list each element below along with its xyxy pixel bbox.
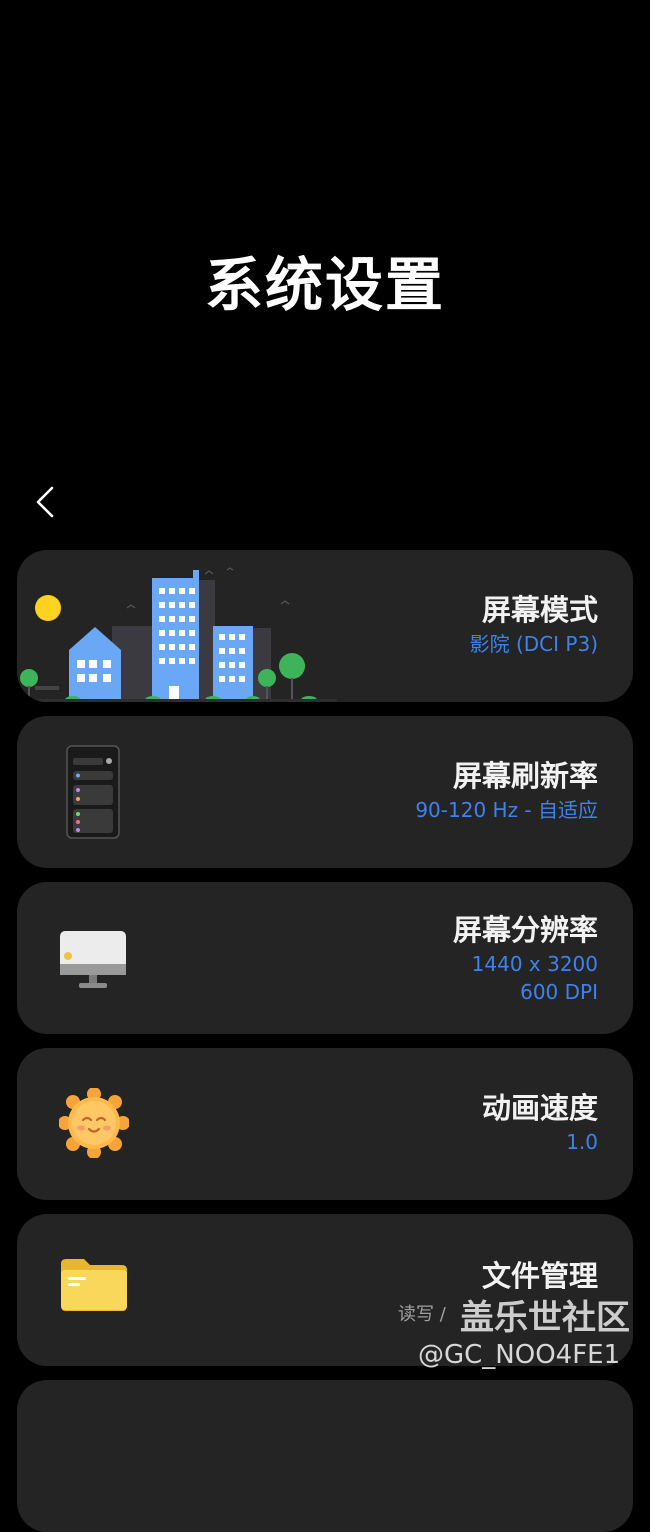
setting-value-dpi: 600 DPI <box>520 980 598 1004</box>
setting-next-partial[interactable] <box>17 1380 633 1532</box>
setting-animation-speed[interactable]: 动画速度 1.0 <box>17 1048 633 1200</box>
setting-value: 影院 (DCI P3) <box>469 632 598 656</box>
page-title: 系统设置 <box>204 251 445 319</box>
setting-value: 90-120 Hz - 自适应 <box>415 798 598 822</box>
city-illustration-icon <box>17 550 337 702</box>
setting-title: 动画速度 <box>481 1091 598 1125</box>
setting-title: 屏幕刷新率 <box>452 759 598 793</box>
setting-file-manager[interactable]: 文件管理 <box>17 1214 633 1366</box>
setting-title: 屏幕模式 <box>481 593 598 627</box>
folder-icon <box>59 1256 129 1312</box>
phone-screen-icon <box>65 744 121 840</box>
setting-value: 1.0 <box>566 1130 598 1154</box>
setting-title: 屏幕分辨率 <box>452 913 598 947</box>
setting-refresh-rate[interactable]: 屏幕刷新率 90-120 Hz - 自适应 <box>17 716 633 868</box>
setting-value-resolution: 1440 x 3200 <box>471 952 598 976</box>
chevron-left-icon <box>36 486 54 518</box>
setting-title: 文件管理 <box>481 1259 598 1293</box>
setting-resolution[interactable]: 屏幕分辨率 1440 x 3200 600 DPI <box>17 882 633 1034</box>
sun-face-icon <box>58 1087 130 1159</box>
monitor-icon <box>59 930 127 992</box>
back-button[interactable] <box>26 480 66 524</box>
setting-screen-mode[interactable]: 屏幕模式 影院 (DCI P3) <box>17 550 633 702</box>
